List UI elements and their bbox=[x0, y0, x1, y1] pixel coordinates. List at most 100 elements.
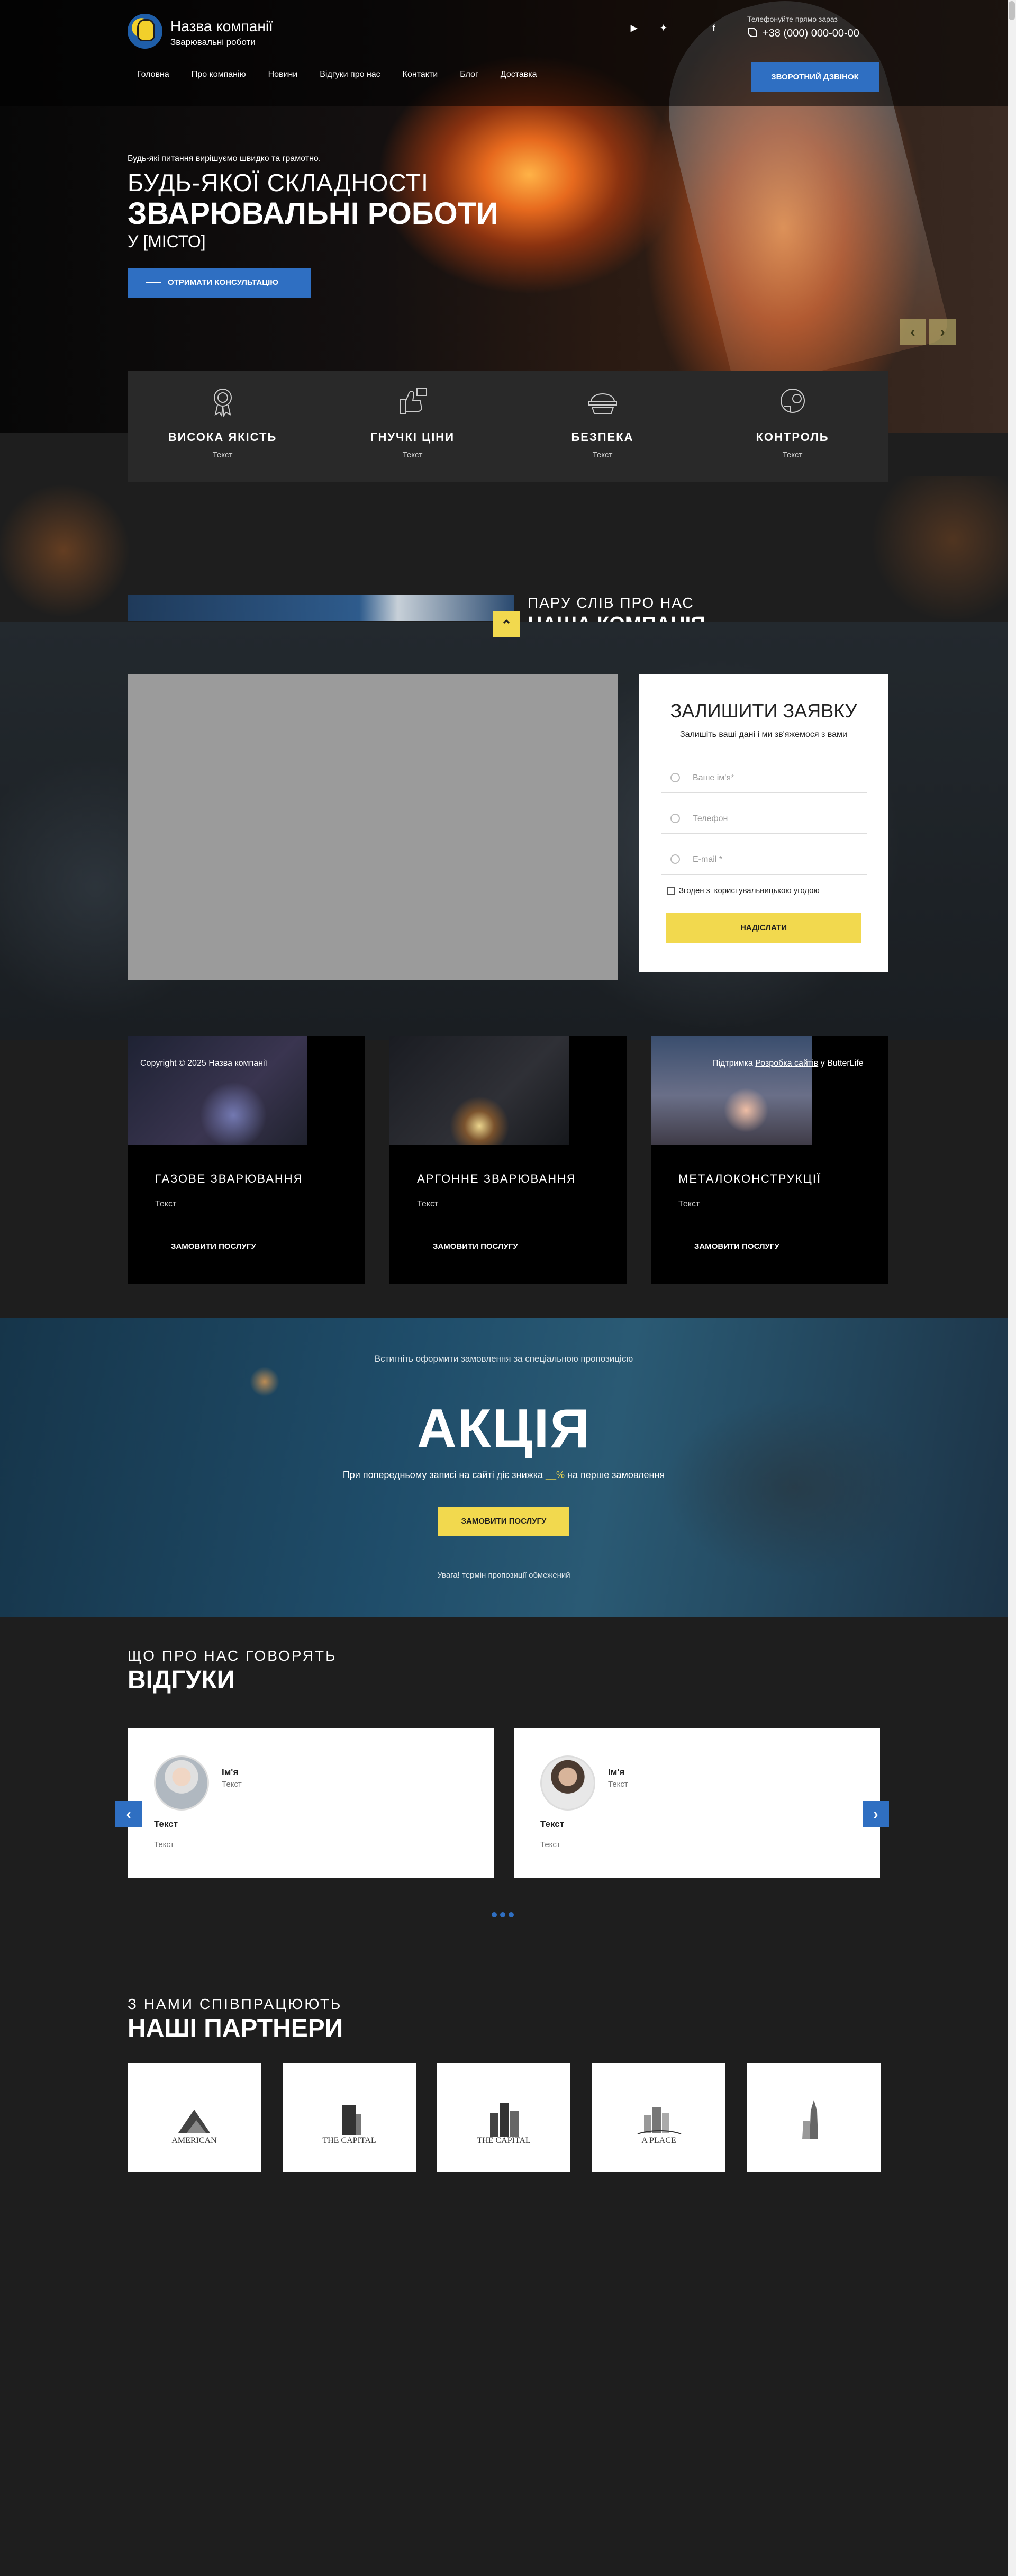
main-nav: Головна Про компанію Новини Відгуки про … bbox=[137, 70, 559, 79]
about-image bbox=[128, 595, 514, 621]
price-tag-icon bbox=[400, 388, 427, 414]
name-field bbox=[661, 763, 867, 793]
pagination-dot[interactable] bbox=[492, 1912, 497, 1917]
phone-field bbox=[661, 804, 867, 834]
review-card: Ім'я Текст Текст Текст bbox=[514, 1728, 880, 1878]
facebook-icon[interactable]: f bbox=[709, 23, 719, 34]
slider-next-button[interactable]: › bbox=[929, 319, 956, 345]
submit-button[interactable]: НАДІСЛАТИ bbox=[666, 913, 861, 943]
callback-button[interactable]: ЗВОРОТНИЙ ДЗВІНОК bbox=[751, 62, 879, 92]
email-input[interactable] bbox=[693, 851, 862, 868]
feature-text: Текст bbox=[592, 451, 613, 460]
partner-logo-card[interactable]: A PLACE bbox=[592, 2063, 725, 2172]
nav-item-reviews[interactable]: Відгуки про нас bbox=[320, 70, 380, 79]
twitter-icon[interactable]: ✦ bbox=[658, 23, 669, 34]
reviews-title: ВІДГУКИ bbox=[128, 1666, 235, 1694]
review-name: Ім'я bbox=[222, 1767, 239, 1777]
name-input[interactable] bbox=[693, 770, 862, 787]
about-kicker: ПАРУ СЛІВ ПРО НАС bbox=[528, 595, 694, 611]
partner-logo bbox=[342, 2105, 361, 2135]
service-title: МЕТАЛОКОНСТРУКЦІЇ bbox=[678, 1172, 822, 1185]
reviews-prev-button[interactable]: ‹ bbox=[115, 1801, 142, 1827]
feature-text: Текст bbox=[782, 451, 803, 460]
phone-icon bbox=[748, 28, 757, 37]
consent-link[interactable]: користувальницькою угодою bbox=[714, 886, 820, 895]
reviews-kicker: ЩО ПРО НАС ГОВОРЯТЬ bbox=[128, 1647, 337, 1664]
consent-checkbox[interactable] bbox=[667, 887, 675, 895]
order-service-button[interactable]: ЗАМОВИТИ ПОСЛУГУ bbox=[694, 1242, 779, 1251]
phone-input[interactable] bbox=[693, 810, 862, 827]
promo-note: Увага! термін пропозиції обмежений bbox=[437, 1571, 570, 1580]
order-service-button[interactable]: ЗАМОВИТИ ПОСЛУГУ bbox=[433, 1242, 518, 1251]
phone-label: Телефонуйте прямо зараз bbox=[747, 15, 838, 23]
scroll-top-button[interactable]: ⌃ bbox=[493, 611, 520, 637]
review-body: Текст bbox=[154, 1840, 174, 1849]
phone-number[interactable]: +38 (000) 000-00-00 bbox=[763, 28, 859, 40]
email-field bbox=[661, 845, 867, 875]
partner-name: AMERICAN bbox=[171, 2136, 217, 2145]
form-title: ЗАЛИШИТИ ЗАЯВКУ bbox=[670, 700, 857, 722]
award-icon bbox=[214, 389, 232, 417]
page-scrollbar[interactable] bbox=[1008, 0, 1016, 2576]
promo-order-button[interactable]: ЗАМОВИТИ ПОСЛУГУ bbox=[438, 1507, 569, 1536]
feature-safety: БЕЗПЕКА Текст bbox=[507, 371, 697, 482]
avatar bbox=[540, 1755, 595, 1811]
nav-item-about[interactable]: Про компанію bbox=[192, 70, 246, 79]
nav-item-home[interactable]: Головна bbox=[137, 70, 169, 79]
developer-credit: Підтримка Розробка сайтів у ButterLife bbox=[712, 1059, 864, 1068]
service-image bbox=[389, 1036, 569, 1145]
slider-prev-button[interactable]: ‹ bbox=[900, 319, 926, 345]
feature-title: ВИСОКА ЯКІСТЬ bbox=[168, 430, 277, 444]
hero-title-line3: У [МІСТО] bbox=[128, 232, 206, 251]
partner-logo-card[interactable]: THE CAPITAL bbox=[283, 2063, 416, 2172]
brand-subtitle: Зварювальні роботи bbox=[170, 37, 256, 47]
consult-button[interactable]: ОТРИМАТИ КОНСУЛЬТАЦІЮ bbox=[128, 268, 311, 298]
hero-tagline: Будь-які питання вирішуємо швидко та гра… bbox=[128, 154, 321, 163]
partners-kicker: З НАМИ СПІВПРАЦЮЮТЬ bbox=[128, 1996, 342, 2012]
partner-logo bbox=[802, 2100, 818, 2139]
pagination-dot[interactable] bbox=[500, 1912, 505, 1917]
partner-name: THE CAPITAL bbox=[322, 2136, 376, 2145]
reviews-next-button[interactable]: › bbox=[863, 1801, 889, 1827]
review-subtitle: Текст bbox=[608, 1780, 628, 1789]
youtube-icon[interactable]: ▶ bbox=[629, 23, 639, 34]
nav-item-blog[interactable]: Блог bbox=[460, 70, 478, 79]
consent-row: Згоден з користувальницькою угодою bbox=[667, 886, 820, 895]
company-logo[interactable] bbox=[128, 14, 162, 49]
feature-quality: ВИСОКА ЯКІСТЬ Текст bbox=[128, 371, 318, 482]
partner-logo-card[interactable]: THE CAPITAL bbox=[437, 2063, 570, 2172]
review-name: Ім'я bbox=[608, 1767, 625, 1777]
partner-logo-card[interactable]: AMERICAN bbox=[128, 2063, 261, 2172]
credit-link[interactable]: Розробка сайтів bbox=[755, 1059, 818, 1068]
phone-icon bbox=[670, 814, 680, 823]
partner-logo-card[interactable] bbox=[747, 2063, 881, 2172]
partner-logo bbox=[178, 2110, 210, 2133]
scrollbar-thumb[interactable] bbox=[1009, 1, 1015, 20]
partner-logo bbox=[637, 2107, 682, 2134]
request-form: ЗАЛИШИТИ ЗАЯВКУ Залишіть ваші дані і ми … bbox=[639, 674, 888, 972]
feature-title: БЕЗПЕКА bbox=[571, 430, 634, 444]
nav-item-delivery[interactable]: Доставка bbox=[501, 70, 537, 79]
promo-desc-prefix: При попередньому записі на сайті діє зни… bbox=[342, 1470, 543, 1480]
order-service-button[interactable]: ЗАМОВИТИ ПОСЛУГУ bbox=[171, 1242, 256, 1251]
service-card-gas: ГАЗОВЕ ЗВАРЮВАННЯ Текст ЗАМОВИТИ ПОСЛУГУ bbox=[128, 1036, 365, 1284]
review-body: Текст bbox=[540, 1840, 560, 1849]
about-title: НАША КОМПАНІЯ bbox=[528, 613, 705, 623]
brand-name[interactable]: Назва компанії bbox=[170, 18, 273, 35]
review-card: Ім'я Текст Текст Текст bbox=[128, 1728, 494, 1878]
consent-text: Згоден з bbox=[679, 886, 710, 895]
nav-item-news[interactable]: Новини bbox=[268, 70, 298, 79]
map-placeholder[interactable] bbox=[128, 674, 618, 980]
promo-title: АКЦІЯ bbox=[416, 1398, 591, 1460]
hero-title-line1: БУДЬ-ЯКОЇ СКЛАДНОСТІ bbox=[128, 169, 429, 196]
nav-item-contacts[interactable]: Контакти bbox=[403, 70, 438, 79]
control-gear-icon bbox=[781, 389, 805, 413]
service-card-metal: МЕТАЛОКОНСТРУКЦІЇ Текст ЗАМОВИТИ ПОСЛУГУ bbox=[651, 1036, 888, 1284]
service-text: Текст bbox=[155, 1200, 177, 1209]
pagination-dot[interactable] bbox=[509, 1912, 514, 1917]
avatar bbox=[154, 1755, 209, 1811]
partner-name: THE CAPITAL bbox=[477, 2136, 531, 2145]
promo-kicker: Встигніть оформити замовлення за спеціал… bbox=[374, 1354, 633, 1364]
feature-text: Текст bbox=[402, 451, 423, 460]
feature-prices: ГНУЧКІ ЦІНИ Текст bbox=[318, 371, 507, 482]
